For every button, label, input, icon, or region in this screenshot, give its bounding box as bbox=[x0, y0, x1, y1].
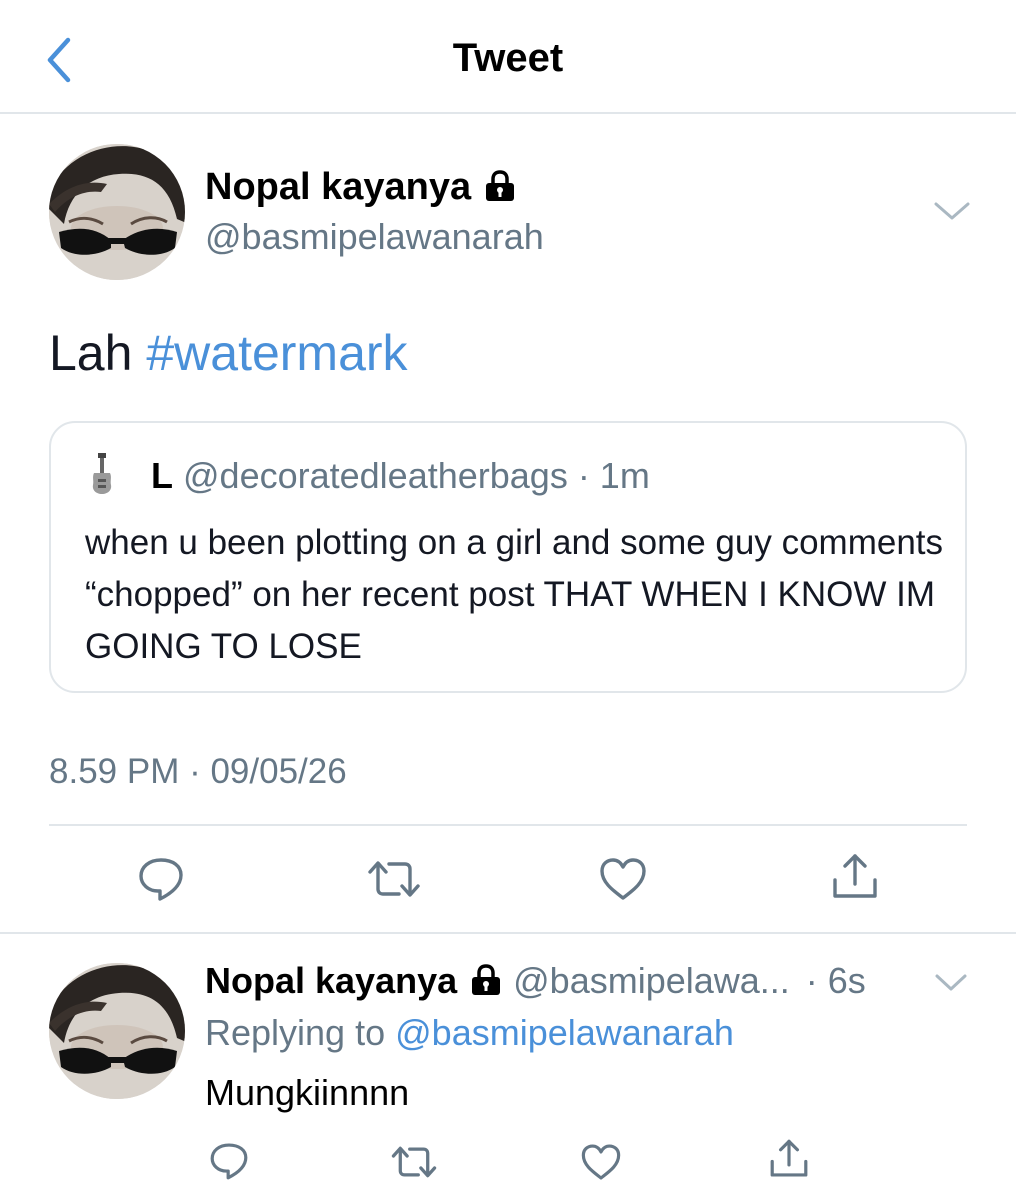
reply-options-button[interactable] bbox=[934, 970, 968, 996]
hashtag-link[interactable]: #watermark bbox=[146, 325, 407, 381]
retweet-button[interactable] bbox=[366, 858, 422, 900]
page-title: Tweet bbox=[452, 36, 564, 80]
heart-icon bbox=[600, 858, 646, 900]
reply-text: Mungkiinnnn bbox=[205, 1072, 410, 1113]
author-handle[interactable]: @basmipelawanarah bbox=[205, 216, 544, 258]
reply-author-handle[interactable]: @basmipelawa... bbox=[513, 960, 790, 1001]
quoted-tweet-text: when u been plotting on a girl and some … bbox=[85, 523, 944, 666]
like-button[interactable] bbox=[598, 856, 648, 902]
quoted-author-avatar[interactable] bbox=[87, 453, 117, 495]
reply-reply-button[interactable] bbox=[208, 1140, 250, 1182]
retweet-icon bbox=[391, 1146, 437, 1178]
chevron-down-icon bbox=[934, 202, 970, 220]
tweet-timestamp: 8.59 PM · 09/05/26 bbox=[49, 752, 347, 791]
tweet-text: Lah #watermark bbox=[49, 324, 408, 382]
divider bbox=[0, 932, 1016, 934]
tweet-options-button[interactable] bbox=[932, 196, 972, 226]
lock-icon bbox=[486, 170, 515, 201]
replying-to-row: Replying to @basmipelawanarah bbox=[205, 1012, 734, 1054]
comment-icon bbox=[210, 1143, 248, 1180]
reply-retweet-button[interactable] bbox=[390, 1144, 438, 1180]
divider bbox=[49, 824, 967, 826]
retweet-icon bbox=[368, 861, 420, 897]
comment-icon bbox=[139, 858, 183, 901]
replying-to-link[interactable]: @basmipelawanarah bbox=[395, 1012, 734, 1053]
reply-author-row: Nopal kayanya @basmipelawa... · 6s bbox=[205, 960, 866, 1002]
replying-to-label: Replying to bbox=[205, 1012, 386, 1053]
share-icon bbox=[833, 854, 877, 898]
tweet-text-body: Lah bbox=[49, 325, 133, 381]
reply-share-button[interactable] bbox=[768, 1138, 810, 1180]
nav-header: Tweet bbox=[0, 0, 1016, 114]
author-name[interactable]: Nopal kayanya bbox=[205, 166, 471, 208]
reply-author-name[interactable]: Nopal kayanya bbox=[205, 960, 457, 1001]
quoted-tweet-card[interactable]: L @decoratedleatherbags · 1m when u been… bbox=[49, 421, 967, 693]
share-button[interactable] bbox=[830, 852, 880, 902]
chevron-down-icon bbox=[935, 974, 967, 991]
quoted-author-row: L @decoratedleatherbags · 1m bbox=[151, 455, 650, 497]
quoted-author-handle: @decoratedleatherbags · 1m bbox=[183, 455, 650, 496]
author-name-row[interactable]: Nopal kayanya bbox=[205, 166, 517, 209]
reply-button[interactable] bbox=[136, 854, 186, 904]
reply-author-avatar[interactable] bbox=[49, 963, 185, 1099]
lock-icon bbox=[472, 964, 501, 995]
reply-like-button[interactable] bbox=[580, 1142, 622, 1182]
share-icon bbox=[770, 1139, 808, 1177]
tweet-detail-page: Tweet Nopal kayanya @basmipelawanarah La… bbox=[0, 0, 1016, 1200]
reply-time: · 6s bbox=[805, 960, 866, 1001]
quoted-author-name[interactable]: L bbox=[151, 455, 173, 496]
heart-icon bbox=[581, 1144, 621, 1180]
author-avatar[interactable] bbox=[49, 144, 185, 280]
